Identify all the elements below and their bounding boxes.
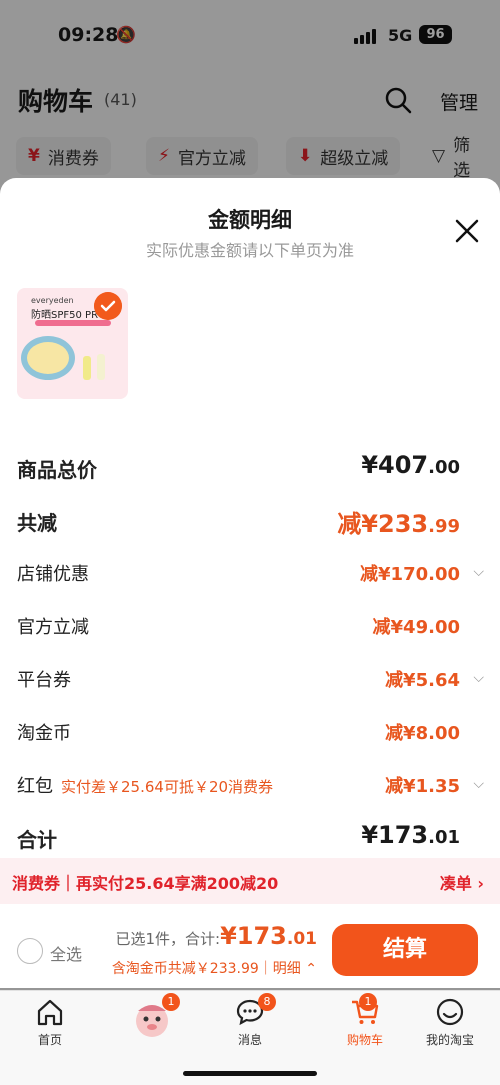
tab-mascot[interactable]: 1 (112, 993, 192, 1053)
chevron-up-icon: ⌃ (300, 961, 317, 977)
product-compact (21, 336, 75, 380)
smile-face-icon (436, 998, 464, 1026)
row-value: ¥173.01 (361, 821, 460, 849)
home-indicator (183, 1071, 317, 1076)
select-all-label[interactable]: 全选 (50, 941, 82, 965)
product-tube (97, 354, 105, 380)
notification-badge: 1 (359, 993, 377, 1011)
row-grand-total: 合计 ¥173.01 (17, 821, 460, 854)
tab-cart[interactable]: 1 购物车 (325, 993, 405, 1053)
row-value: 减¥170.00 (360, 564, 460, 585)
checkmark-icon (94, 292, 122, 320)
detail-toggle[interactable]: 含淘金币共减￥233.99｜明细 ⌃ (112, 958, 317, 978)
row-label: 淘金币 (17, 723, 71, 744)
amount-detail-sheet: 金额明细 实际优惠金额请以下单页为准 everyeden 防晒SPF50 PRO… (0, 178, 500, 988)
row-label: 平台券 (17, 670, 71, 691)
sheet-subtitle: 实际优惠金额请以下单页为准 (145, 241, 354, 260)
product-tube (83, 356, 91, 380)
row-value: 减¥233.99 (337, 510, 460, 538)
row-label: 店铺优惠 (17, 564, 89, 585)
product-brand: everyeden (31, 296, 74, 305)
row-taojinbi: 淘金币 减¥8.00 (17, 719, 460, 749)
row-subtotal: 商品总价 ¥407.00 (17, 451, 460, 484)
row-label: 合计 (17, 828, 57, 852)
add-items-link[interactable]: 凑单 › (440, 870, 484, 894)
total-summary: 已选1件，合计:¥173.01 (115, 922, 317, 950)
row-value: 减¥5.64 (385, 670, 460, 691)
row-total-discount: 共减 减¥233.99 (17, 507, 460, 538)
chevron-down-icon: ⌵ (473, 564, 484, 580)
coupon-promo-text: 消费券｜再实付25.64享满200减20 (12, 874, 279, 893)
row-label: 官方立减 (17, 617, 89, 638)
row-official-discount: 官方立减 减¥49.00 (17, 613, 460, 643)
notification-badge: 1 (162, 993, 180, 1011)
tab-my-taobao[interactable]: 我的淘宝 (410, 997, 490, 1053)
product-thumbnail[interactable]: everyeden 防晒SPF50 PRO (17, 288, 128, 399)
notification-badge: 8 (258, 993, 276, 1011)
row-label: 红包 实付差￥25.64可抵￥20消费券 (17, 776, 274, 797)
coupon-promo-bar[interactable]: 消费券｜再实付25.64享满200减20 凑单 › (0, 858, 500, 904)
chevron-down-icon: ⌵ (473, 670, 484, 686)
close-icon[interactable] (454, 218, 480, 244)
red-packet-hint: 实付差￥25.64可抵￥20消费券 (61, 778, 274, 796)
home-icon (37, 999, 63, 1026)
product-tag (35, 320, 111, 326)
row-value: 减¥1.35 (385, 776, 460, 797)
row-label: 商品总价 (17, 458, 97, 482)
row-platform-coupon[interactable]: 平台券 减¥5.64 ⌵ (17, 666, 484, 696)
sheet-title: 金额明细 (208, 208, 292, 232)
select-all-checkbox[interactable] (17, 938, 43, 964)
tab-home[interactable]: 首页 (10, 997, 90, 1053)
row-value: 减¥49.00 (372, 617, 460, 638)
row-shop-discount[interactable]: 店铺优惠 减¥170.00 ⌵ (17, 560, 484, 590)
chevron-down-icon: ⌵ (473, 776, 484, 792)
tab-messages[interactable]: 8 消息 (210, 993, 290, 1053)
row-value: ¥407.00 (361, 451, 460, 479)
row-red-packet[interactable]: 红包 实付差￥25.64可抵￥20消费券 减¥1.35 ⌵ (17, 772, 484, 802)
row-value: 减¥8.00 (385, 723, 460, 744)
checkout-bar: 全选 已选1件，合计:¥173.01 含淘金币共减￥233.99｜明细 ⌃ 结算 (0, 904, 500, 988)
checkout-button[interactable]: 结算 (332, 924, 478, 976)
row-label: 共减 (17, 511, 57, 535)
